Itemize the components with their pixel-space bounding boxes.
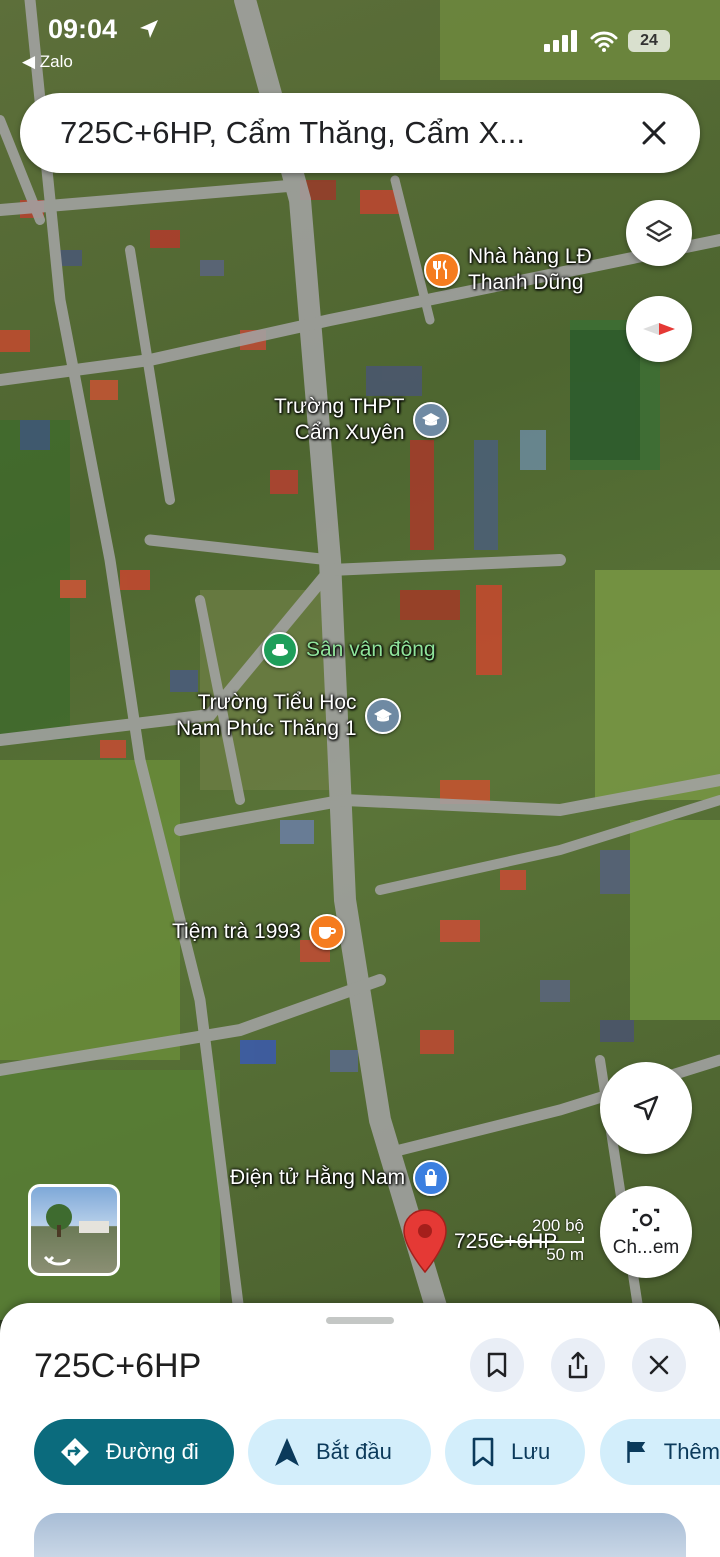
compass-button[interactable] xyxy=(626,296,692,362)
shopping-icon xyxy=(413,1160,450,1196)
directions-button[interactable]: Đường đi xyxy=(34,1419,234,1485)
close-sheet-button[interactable] xyxy=(632,1338,686,1392)
poi-high-school[interactable]: Trường THPT Cẩm Xuyên xyxy=(274,394,449,446)
satellite-map[interactable]: Nhà hàng LĐ Thanh Dũng Trường THPT Cẩm X… xyxy=(0,0,720,1320)
poi-primary-school-line2: Nam Phúc Thăng 1 xyxy=(176,717,357,740)
poi-restaurant[interactable]: Nhà hàng LĐ Thanh Dũng xyxy=(424,244,592,296)
location-arrow-icon xyxy=(140,20,158,38)
restaurant-icon xyxy=(424,252,460,288)
camera-search-icon xyxy=(632,1208,660,1232)
location-pin-icon[interactable] xyxy=(402,1208,448,1274)
school-icon xyxy=(412,402,449,438)
save-chip-label: Lưu xyxy=(511,1439,551,1464)
scale-bar xyxy=(494,1237,584,1243)
search-input[interactable]: 725C+6HP, Cẩm Thăng, Cẩm X... xyxy=(60,115,620,151)
status-time: 09:04 xyxy=(48,14,118,44)
maps-screen: Nhà hàng LĐ Thanh Dũng Trường THPT Cẩm X… xyxy=(0,0,720,1557)
back-to-app-link[interactable]: ◀ Zalo xyxy=(22,52,73,72)
more-chip[interactable]: Thêm xyxy=(600,1419,720,1485)
compass-icon xyxy=(643,323,675,335)
poi-stadium[interactable]: Sân vận động xyxy=(262,632,436,668)
close-icon xyxy=(649,1355,669,1375)
place-photo[interactable] xyxy=(34,1513,686,1557)
save-chip[interactable]: Lưu xyxy=(445,1419,585,1485)
navigation-arrow-icon xyxy=(633,1095,659,1121)
stadium-icon xyxy=(262,632,298,668)
poi-stadium-label: Sân vận động xyxy=(306,638,436,661)
start-button[interactable]: Bắt đầu xyxy=(248,1419,431,1485)
layers-icon xyxy=(645,219,673,243)
street-view-thumbnail[interactable] xyxy=(28,1184,120,1276)
poi-tea-shop-label: Tiệm trà 1993 xyxy=(172,920,301,943)
school-icon xyxy=(364,698,401,734)
cellular-signal-icon xyxy=(544,30,577,52)
share-button[interactable] xyxy=(551,1338,605,1392)
directions-label: Đường đi xyxy=(106,1439,199,1464)
scale-metric: 50 m xyxy=(546,1245,584,1264)
more-chip-label: Thêm xyxy=(663,1439,720,1464)
poi-restaurant-line1: Nhà hàng LĐ xyxy=(468,245,592,268)
place-title: 725C+6HP xyxy=(34,1347,202,1385)
poi-electronics[interactable]: Điện tử Hằng Nam xyxy=(230,1160,450,1196)
bookmark-icon xyxy=(487,1352,507,1378)
save-button[interactable] xyxy=(470,1338,524,1392)
lens-button[interactable]: Ch...em xyxy=(600,1186,692,1278)
lens-label: Ch...em xyxy=(612,1237,680,1258)
my-location-button[interactable] xyxy=(600,1062,692,1154)
flag-icon xyxy=(627,1441,646,1463)
status-bar: 09:04 ◀ Zalo 24 xyxy=(0,0,720,80)
start-label: Bắt đầu xyxy=(316,1439,392,1464)
search-bar[interactable]: 725C+6HP, Cẩm Thăng, Cẩm X... xyxy=(20,93,700,173)
poi-tea-shop[interactable]: Tiệm trà 1993 xyxy=(172,914,345,950)
close-icon[interactable] xyxy=(634,113,674,153)
drag-handle[interactable] xyxy=(326,1317,394,1324)
battery-indicator: 24 xyxy=(628,30,670,52)
poi-primary-school-line1: Trường Tiểu Học xyxy=(197,691,357,714)
cafe-icon xyxy=(308,914,345,950)
share-icon xyxy=(568,1351,588,1379)
map-scale: 200 bộ 50 m xyxy=(464,1216,584,1265)
poi-high-school-line1: Trường THPT xyxy=(274,395,405,418)
poi-restaurant-line2: Thanh Dũng xyxy=(468,271,584,294)
layers-button[interactable] xyxy=(626,200,692,266)
poi-high-school-line2: Cẩm Xuyên xyxy=(294,421,405,444)
navigation-arrow-icon xyxy=(275,1438,299,1466)
scale-imperial: 200 bộ xyxy=(532,1216,584,1235)
directions-icon xyxy=(61,1438,89,1466)
bookmark-icon xyxy=(472,1437,494,1467)
place-bottom-sheet[interactable]: 725C+6HP Đường đi Bắt đầu Lưu Thêm xyxy=(0,1303,720,1557)
wifi-icon xyxy=(590,31,618,52)
poi-primary-school[interactable]: Trường Tiểu Học Nam Phúc Thăng 1 xyxy=(176,690,401,742)
poi-electronics-label: Điện tử Hằng Nam xyxy=(230,1166,406,1189)
